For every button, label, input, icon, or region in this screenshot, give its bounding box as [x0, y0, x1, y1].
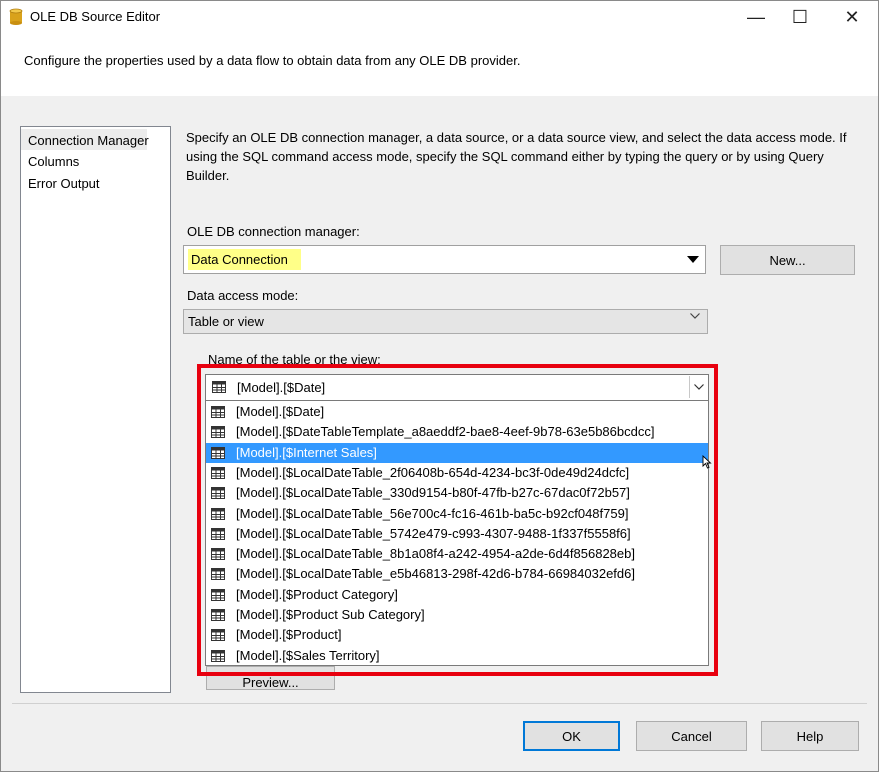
- list-item[interactable]: [Model].[$DateTableTemplate_a8aeddf2-bae…: [206, 422, 708, 442]
- table-icon: [211, 487, 225, 500]
- header-description: Configure the properties used by a data …: [24, 53, 521, 68]
- footer-divider: [12, 703, 867, 704]
- list-item-label: [Model].[$Internet Sales]: [236, 444, 377, 460]
- chevron-down-icon[interactable]: [680, 246, 705, 273]
- table-icon: [211, 426, 225, 439]
- close-button[interactable]: ✕: [830, 1, 874, 34]
- preview-button-label: Preview...: [242, 674, 299, 690]
- list-item[interactable]: [Model].[$Date]: [206, 402, 708, 422]
- list-item[interactable]: [Model].[$Product Sub Category]: [206, 605, 708, 625]
- list-item-label: [Model].[$Date]: [236, 404, 325, 419]
- table-icon: [211, 649, 225, 662]
- chevron-down-icon[interactable]: [689, 376, 708, 398]
- nav-pane: [20, 126, 171, 693]
- nav-item-error-output[interactable]: Error Output: [28, 176, 100, 191]
- access-mode-value: Table or view: [188, 314, 264, 329]
- list-item[interactable]: [Model].[$Product]: [206, 625, 708, 645]
- table-icon: [211, 568, 225, 581]
- table-icon: [211, 466, 225, 479]
- list-item-label: [Model].[$LocalDateTable_2f06408b-654d-4…: [236, 464, 630, 480]
- list-item-label: [Model].[$Product]: [236, 627, 342, 643]
- table-icon: [211, 507, 225, 520]
- maximize-icon: ☐: [791, 7, 809, 27]
- minimize-icon: —: [747, 7, 765, 27]
- mouse-cursor-icon: [702, 455, 712, 469]
- list-item[interactable]: [Model].[$Sales Territory]: [206, 646, 708, 666]
- table-icon: [212, 381, 226, 393]
- table-icon: [211, 548, 225, 561]
- list-item-label: [Model].[$Product Sub Category]: [236, 607, 425, 622]
- app-cylinder-icon: [9, 8, 23, 25]
- table-icon: [211, 527, 225, 540]
- chevron-down-icon[interactable]: [690, 313, 700, 319]
- list-item[interactable]: [Model].[$LocalDateTable_e5b46813-298f-4…: [206, 564, 708, 584]
- list-item-label: [Model].[$LocalDateTable_e5b46813-298f-4…: [236, 566, 635, 582]
- list-item-label: [Model].[$LocalDateTable_330d9154-b80f-4…: [236, 485, 630, 501]
- list-item[interactable]: [Model].[$LocalDateTable_56e700c4-fc16-4…: [206, 504, 708, 524]
- page-description: Specify an OLE DB connection manager, a …: [186, 130, 847, 183]
- table-icon: [211, 446, 225, 459]
- cancel-button[interactable]: Cancel: [636, 721, 747, 751]
- ok-button[interactable]: OK: [523, 721, 620, 751]
- nav-item-connection-manager[interactable]: Connection Manager: [28, 133, 149, 148]
- connection-manager-label: OLE DB connection manager:: [187, 224, 360, 239]
- list-item[interactable]: [Model].[$Product Category]: [206, 585, 708, 605]
- list-item-label: [Model].[$LocalDateTable_5742e479-c993-4…: [236, 525, 631, 541]
- close-icon: ✕: [844, 7, 860, 27]
- list-item-label: [Model].[$LocalDateTable_8b1a08f4-a242-4…: [236, 546, 635, 562]
- list-item[interactable]: [Model].[$Internet Sales]: [206, 442, 708, 463]
- minimize-button[interactable]: —: [734, 1, 778, 34]
- maximize-button[interactable]: ☐: [778, 1, 822, 34]
- list-item[interactable]: [Model].[$LocalDateTable_5742e479-c993-4…: [206, 524, 708, 544]
- list-item-label: [Model].[$LocalDateTable_56e700c4-fc16-4…: [236, 505, 629, 521]
- list-item-label: [Model].[$DateTableTemplate_a8aeddf2-bae…: [236, 424, 655, 440]
- list-item-label: [Model].[$Product Category]: [236, 586, 398, 602]
- table-icon: [211, 609, 225, 621]
- table-icon: [211, 588, 225, 601]
- new-connection-button[interactable]: New...: [720, 245, 855, 275]
- table-view-value: [Model].[$Date]: [237, 380, 326, 395]
- help-button[interactable]: Help: [761, 721, 859, 751]
- table-icon: [211, 629, 225, 642]
- list-item[interactable]: [Model].[$LocalDateTable_2f06408b-654d-4…: [206, 463, 708, 483]
- list-item[interactable]: [Model].[$LocalDateTable_330d9154-b80f-4…: [206, 483, 708, 503]
- list-item[interactable]: [Model].[$LocalDateTable_8b1a08f4-a242-4…: [206, 544, 708, 564]
- table-view-dropdown-list[interactable]: [Model].[$Date] [Model].[$DateTableTempla…: [205, 400, 709, 666]
- connection-manager-value: Data Connection: [188, 249, 301, 270]
- table-icon: [211, 406, 225, 418]
- nav-item-columns[interactable]: Columns: [28, 154, 79, 169]
- window-title: OLE DB Source Editor: [30, 9, 161, 24]
- list-item-label: [Model].[$Sales Territory]: [236, 647, 380, 663]
- access-mode-label: Data access mode:: [187, 288, 299, 303]
